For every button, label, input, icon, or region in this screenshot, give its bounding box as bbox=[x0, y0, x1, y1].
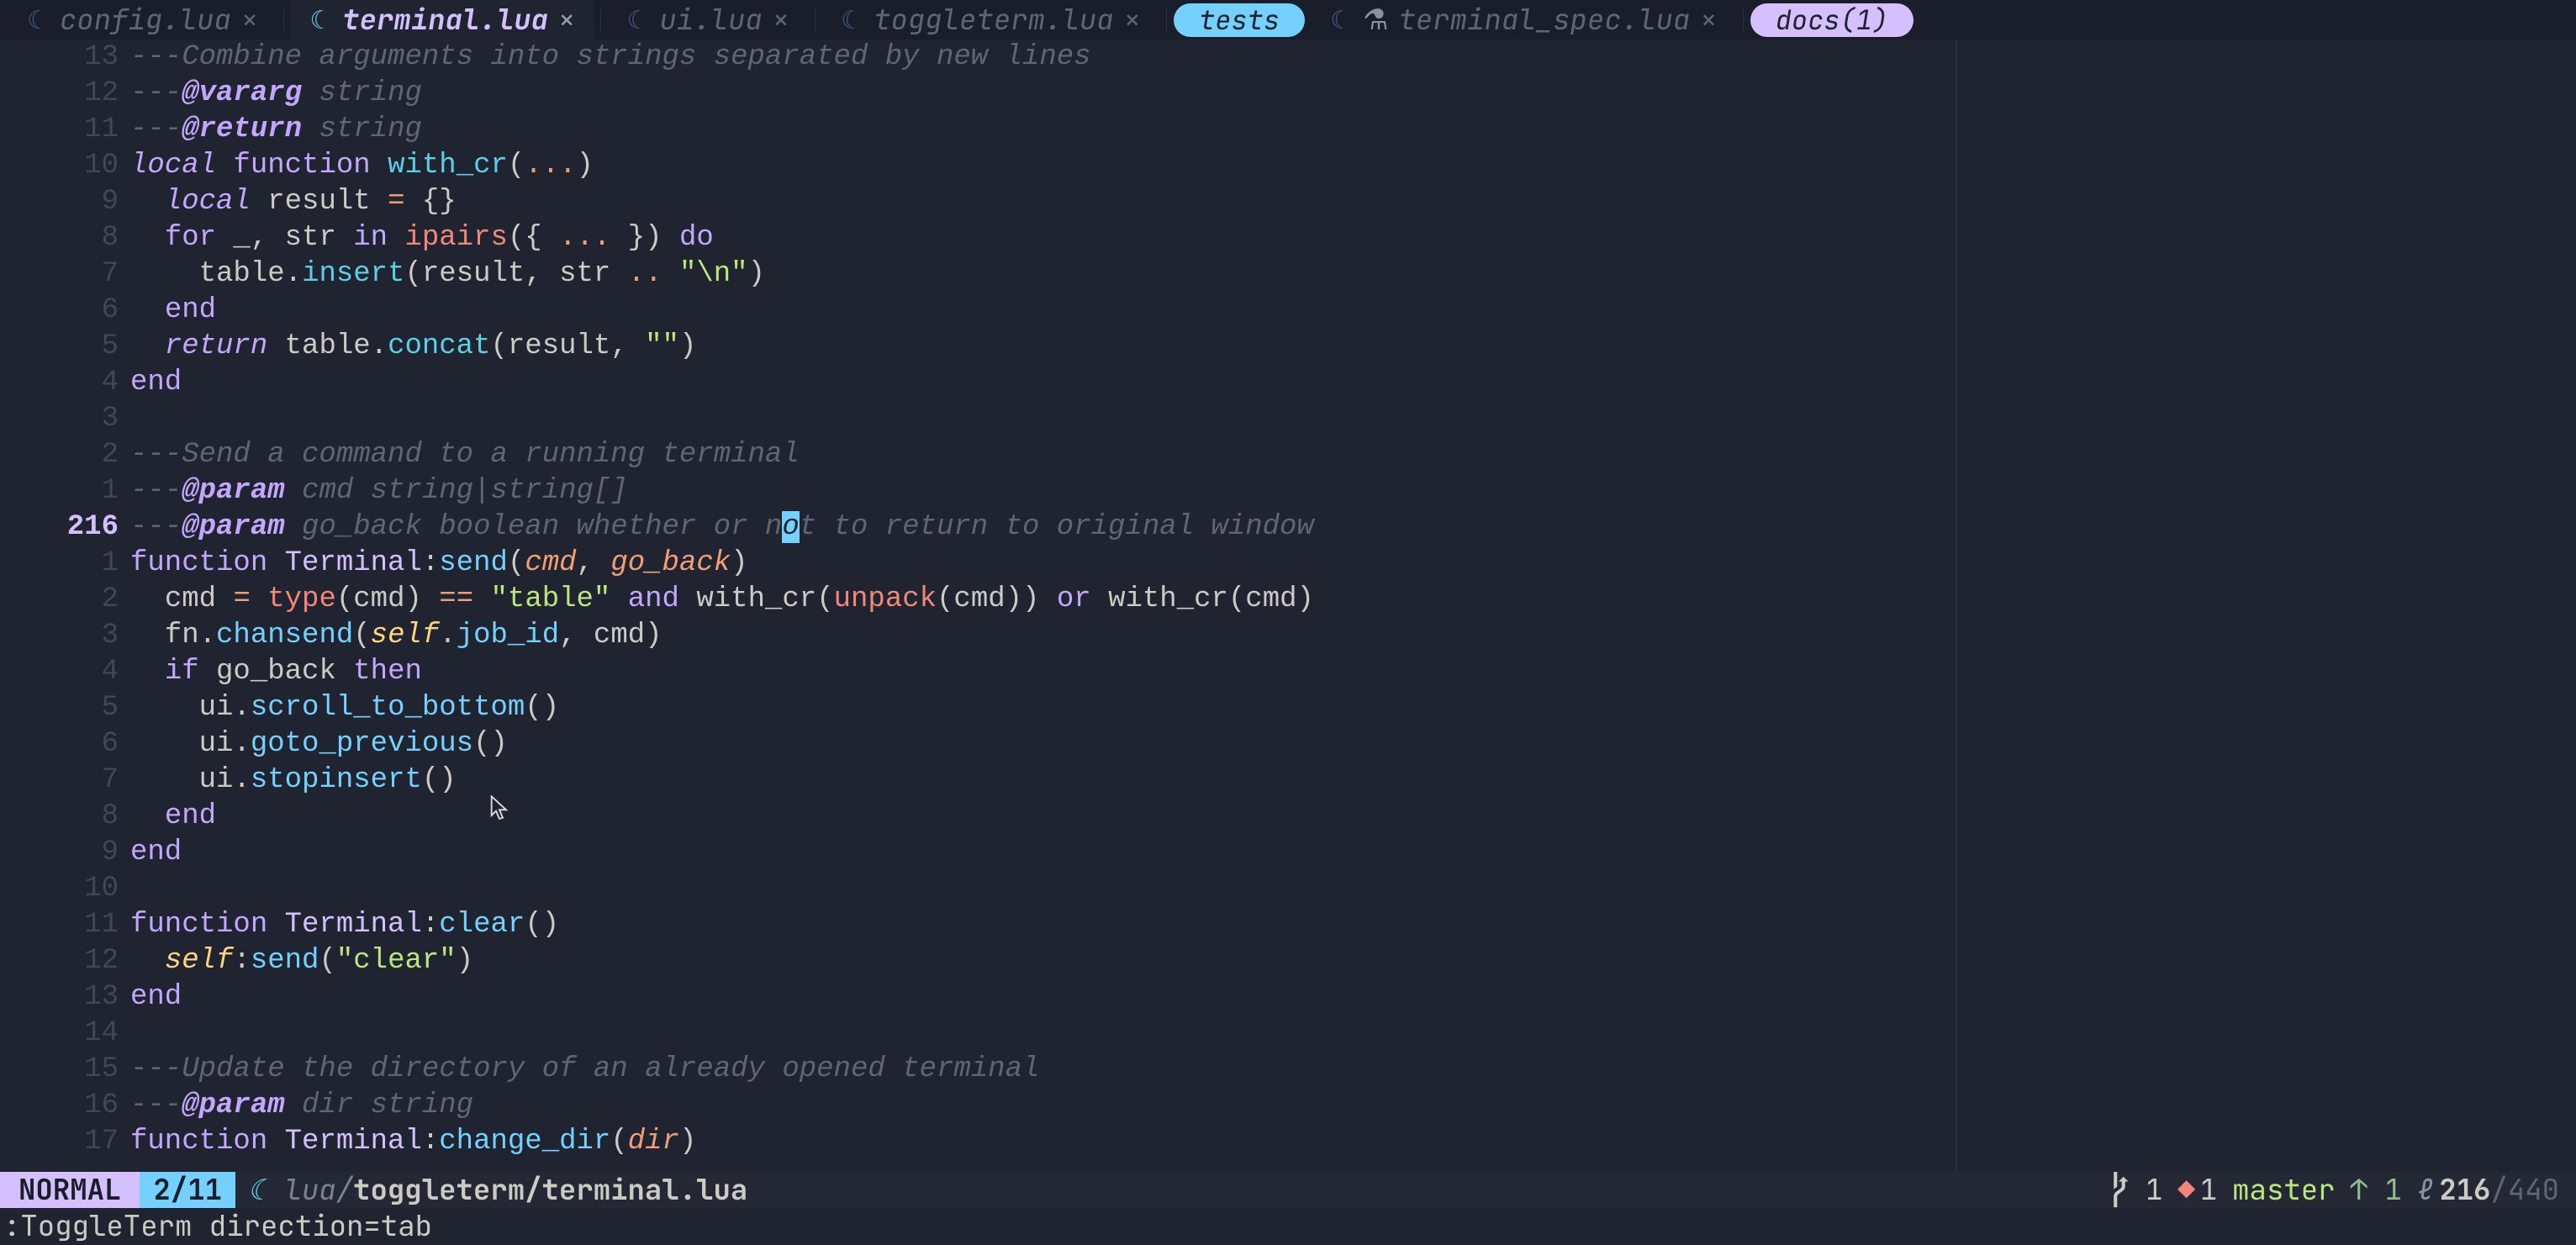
search-count: 2/11 bbox=[140, 1172, 235, 1208]
close-icon[interactable]: × bbox=[558, 2, 575, 38]
buffer-tabline: ☾ config.lua × ☾ terminal.lua × ☾ ui.lua… bbox=[0, 0, 2576, 40]
current-line-number: 216 bbox=[67, 511, 119, 543]
tab-separator bbox=[1743, 8, 1744, 33]
github-icon:  bbox=[2111, 1171, 2128, 1209]
gutter: 13 12 11 10 9 8 7 6 5 4 3 2 1 216 1 2 3 … bbox=[0, 40, 130, 1160]
tab-label: terminal_spec.lua bbox=[1398, 2, 1690, 38]
tests-pill[interactable]: tests bbox=[1174, 3, 1305, 37]
close-icon[interactable]: × bbox=[241, 2, 258, 38]
tab-separator bbox=[1166, 8, 1167, 33]
tab-config-lua[interactable]: ☾ config.lua × bbox=[8, 0, 277, 40]
git-ahead: 1 bbox=[2351, 1172, 2402, 1208]
line-indicator: ℓ216/440 bbox=[2417, 1172, 2559, 1208]
path-segment: lua/ bbox=[285, 1172, 354, 1208]
mode-indicator: NORMAL bbox=[0, 1172, 140, 1208]
code-area[interactable]: ---Combine arguments into strings separa… bbox=[130, 40, 1314, 1160]
tab-toggleterm-lua[interactable]: ☾ toggleterm.lua × bbox=[822, 0, 1159, 40]
command-line[interactable]: :ToggleTerm direction=tab bbox=[0, 1208, 2576, 1244]
close-icon[interactable]: × bbox=[773, 2, 789, 38]
lua-icon: ☾ bbox=[626, 2, 649, 38]
file-name: terminal.lua bbox=[542, 1172, 748, 1208]
tab-terminal-spec-lua[interactable]: ☾ ⚗ terminal_spec.lua × bbox=[1312, 0, 1736, 40]
git-branch: master bbox=[2232, 1172, 2335, 1208]
docs-pill[interactable]: docs(1) bbox=[1750, 3, 1914, 37]
lua-icon: ☾ bbox=[27, 2, 50, 38]
line-icon: ℓ bbox=[2417, 1171, 2434, 1209]
cursor: o bbox=[782, 511, 799, 543]
tab-separator bbox=[815, 8, 816, 33]
lua-icon: ☾ bbox=[841, 2, 863, 38]
tab-ui-lua[interactable]: ☾ ui.lua × bbox=[608, 0, 808, 40]
editor[interactable]: 13 12 11 10 9 8 7 6 5 4 3 2 1 216 1 2 3 … bbox=[0, 40, 2576, 1160]
tab-label: ui.lua bbox=[659, 2, 762, 38]
colorcolumn bbox=[1956, 40, 1957, 1244]
command-text: :ToggleTerm direction=tab bbox=[3, 1208, 432, 1244]
close-icon[interactable]: × bbox=[1700, 2, 1717, 38]
tab-label: terminal.lua bbox=[342, 2, 548, 38]
diagnostics-error: 1 bbox=[2177, 1172, 2217, 1208]
filetype-icon: ☾ bbox=[235, 1172, 284, 1208]
close-icon[interactable]: × bbox=[1124, 2, 1141, 38]
tab-label: config.lua bbox=[60, 2, 231, 38]
comment: ---Combine arguments into strings separa… bbox=[130, 41, 1091, 73]
path-segment: toggleterm/ bbox=[353, 1172, 541, 1208]
tab-terminal-lua[interactable]: ☾ terminal.lua × bbox=[291, 0, 594, 40]
flask-icon: ⚗ bbox=[1363, 2, 1388, 38]
tab-label: toggleterm.lua bbox=[874, 2, 1114, 38]
github-indicator:  1 bbox=[2111, 1172, 2162, 1208]
lua-icon: ☾ bbox=[1330, 2, 1353, 38]
lua-icon: ☾ bbox=[309, 2, 332, 38]
tab-separator bbox=[283, 8, 284, 33]
tab-separator bbox=[600, 8, 601, 33]
statusline: NORMAL 2/11 ☾ lua/toggleterm/terminal.lu… bbox=[0, 1172, 2576, 1208]
